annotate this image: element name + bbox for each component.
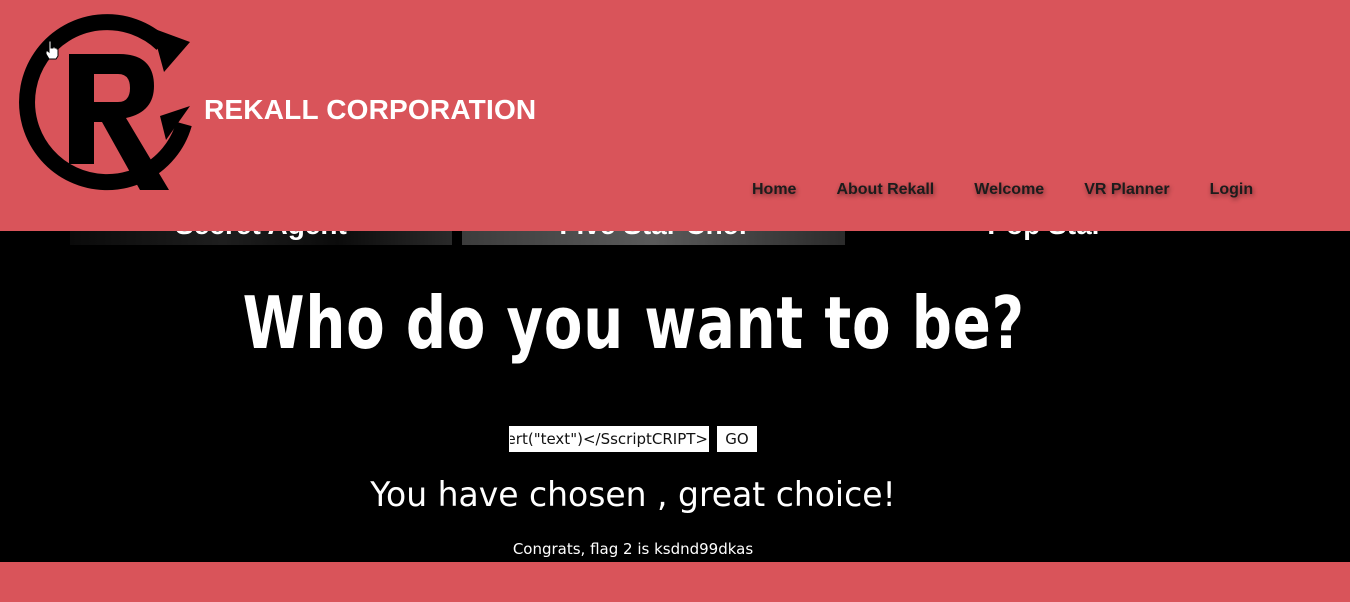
nav-welcome[interactable]: Welcome — [974, 181, 1044, 199]
role-tile-secret-agent[interactable]: Secret Agent — [70, 231, 452, 245]
nav-login[interactable]: Login — [1210, 181, 1254, 199]
page-title: Who do you want to be? — [242, 281, 1025, 365]
nav-vr-planner[interactable]: VR Planner — [1084, 181, 1169, 199]
role-image-strip: Secret Agent Five Star Chef Pop Star — [0, 231, 1350, 245]
role-tile-label: Secret Agent — [175, 231, 347, 240]
role-tile-pop-star[interactable]: Pop Star — [855, 231, 1235, 245]
role-tile-label: Five Star Chef — [559, 231, 747, 240]
result-message: You have chosen , great choice! — [370, 475, 896, 515]
main-nav: Home About Rekall Welcome VR Planner Log… — [732, 179, 1273, 201]
nav-about-rekall[interactable]: About Rekall — [836, 181, 934, 199]
site-footer — [0, 562, 1350, 602]
role-input[interactable] — [509, 426, 709, 452]
nav-home[interactable]: Home — [752, 181, 796, 199]
go-button[interactable]: GO — [717, 426, 757, 452]
main-content: Who do you want to be? GO You have chose… — [0, 245, 1350, 562]
role-form: GO — [509, 426, 757, 452]
hand-cursor-icon — [45, 40, 59, 60]
role-tile-label: Pop Star — [987, 231, 1102, 240]
rekall-logo-icon[interactable] — [14, 14, 204, 200]
role-tile-five-star-chef[interactable]: Five Star Chef — [462, 231, 845, 245]
flag-message: Congrats, flag 2 is ksdnd99dkas — [512, 540, 754, 558]
brand-name: REKALL CORPORATION — [204, 94, 537, 125]
site-header: REKALL CORPORATION Home About Rekall Wel… — [0, 0, 1350, 231]
